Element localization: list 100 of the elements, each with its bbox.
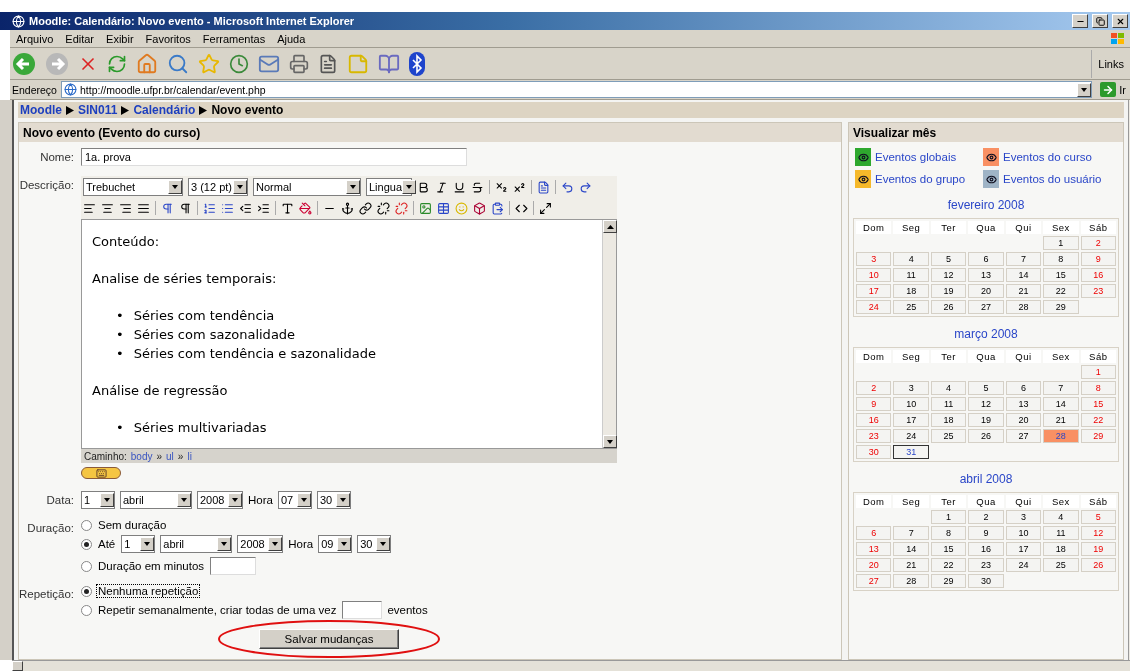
bullet-list-icon[interactable] (221, 201, 234, 215)
legend-link[interactable]: Eventos globais (875, 151, 957, 163)
menu-item[interactable]: Favoritos (139, 32, 197, 45)
month-title[interactable]: fevereiro 2008 (947, 198, 1025, 212)
legend-link[interactable]: Eventos do grupo (875, 173, 966, 185)
save-button[interactable]: Salvar mudanças (259, 629, 399, 649)
day-cell[interactable]: 4 (893, 252, 929, 266)
strikethrough-icon[interactable] (471, 180, 484, 194)
month-title[interactable]: abril 2008 (959, 472, 1013, 486)
day-cell[interactable]: 13 (856, 542, 892, 556)
close-button[interactable] (1112, 14, 1128, 28)
day-cell[interactable]: 26 (1080, 558, 1116, 572)
bluetooth-icon[interactable] (409, 51, 425, 76)
paint-bucket-icon[interactable] (299, 201, 312, 215)
day-cell[interactable]: 7 (1005, 252, 1042, 266)
day-cell[interactable]: 10 (893, 397, 929, 411)
legend-swatch[interactable] (983, 170, 999, 188)
month-select[interactable]: abril (120, 491, 192, 509)
day-cell[interactable]: 6 (856, 526, 892, 540)
legend-swatch[interactable] (855, 170, 871, 188)
menu-item[interactable]: Arquivo (10, 32, 60, 45)
superscript-icon[interactable] (513, 180, 526, 194)
legend-swatch[interactable] (983, 148, 999, 166)
path-link[interactable]: li (187, 450, 192, 462)
history-icon[interactable] (229, 53, 249, 74)
day-cell[interactable]: 14 (1005, 268, 1042, 282)
pilcrow-icon[interactable] (179, 201, 192, 215)
day-cell[interactable]: 2 (968, 510, 1004, 524)
day-cell[interactable]: 7 (1043, 381, 1079, 395)
day-cell[interactable]: 8 (1043, 252, 1079, 266)
minimize-button[interactable] (1072, 14, 1088, 28)
day-cell[interactable]: 20 (968, 284, 1004, 298)
day-cell[interactable]: 23 (856, 429, 892, 443)
breadcrumb-link[interactable]: Moodle (20, 103, 62, 117)
day-cell[interactable]: 5 (930, 252, 967, 266)
subscript-icon[interactable] (495, 180, 508, 194)
menu-item[interactable]: Ajuda (271, 32, 312, 45)
day-cell[interactable]: 17 (856, 284, 892, 298)
menu-item[interactable]: Exibir (100, 32, 140, 45)
day-cell[interactable]: 19 (930, 284, 967, 298)
day-cell[interactable]: 17 (1005, 542, 1042, 556)
day-cell[interactable]: 6 (968, 252, 1004, 266)
image-icon[interactable] (419, 201, 432, 215)
day-cell[interactable]: 21 (1005, 284, 1042, 298)
day-cell[interactable]: 13 (968, 268, 1004, 282)
day-cell[interactable]: 1 (930, 510, 967, 524)
minute-select[interactable]: 30 (357, 535, 392, 553)
day-cell[interactable]: 30 (856, 445, 892, 459)
day-cell[interactable]: 26 (968, 429, 1004, 443)
minute-select[interactable]: 30 (316, 491, 351, 509)
hour-select[interactable]: 07 (277, 491, 312, 509)
day-select[interactable]: 1 (81, 491, 115, 509)
radio-button[interactable] (81, 585, 92, 597)
day-cell[interactable]: 18 (930, 413, 967, 427)
day-cell[interactable]: 30 (968, 574, 1004, 588)
cube-icon[interactable] (473, 201, 486, 215)
clipboard-icon[interactable] (491, 201, 504, 215)
anchor-icon[interactable] (341, 201, 354, 215)
day-cell[interactable]: 12 (930, 268, 967, 282)
day-cell[interactable]: 16 (1080, 268, 1116, 282)
day-cell[interactable]: 23 (968, 558, 1004, 572)
breadcrumb-link[interactable]: SIN011 (78, 103, 118, 117)
scrollbar[interactable] (12, 660, 1130, 671)
radio-button[interactable] (81, 604, 92, 616)
undo-icon[interactable] (561, 180, 574, 194)
month-title[interactable]: março 2008 (954, 327, 1018, 341)
align-center-icon[interactable] (101, 201, 114, 215)
day-cell[interactable]: 20 (1005, 413, 1042, 427)
day-cell[interactable]: 27 (856, 574, 892, 588)
day-cell[interactable]: 15 (1043, 268, 1079, 282)
day-cell[interactable]: 19 (968, 413, 1004, 427)
legend-link[interactable]: Eventos do usuário (1003, 173, 1102, 185)
search-icon[interactable] (167, 52, 189, 75)
day-cell[interactable]: 12 (968, 397, 1004, 411)
day-cell[interactable]: 24 (893, 429, 929, 443)
day-cell[interactable]: 9 (856, 397, 892, 411)
year-select[interactable]: 2008 (237, 535, 284, 553)
day-cell[interactable]: 7 (893, 526, 929, 540)
day-cell[interactable]: 18 (1043, 542, 1079, 556)
up-arrow-icon[interactable] (606, 224, 614, 229)
day-cell[interactable]: 12 (1080, 526, 1116, 540)
unlink-icon[interactable] (377, 201, 390, 215)
day-cell[interactable]: 1 (1080, 365, 1116, 379)
day-cell[interactable]: 14 (893, 542, 929, 556)
day-cell[interactable]: 10 (1005, 526, 1042, 540)
day-cell[interactable]: 13 (1005, 397, 1042, 411)
size-select[interactable]: 3 (12 pt) (188, 178, 248, 196)
minutes-field[interactable] (210, 557, 257, 575)
day-cell[interactable]: 17 (893, 413, 929, 427)
day-cell[interactable]: 8 (1080, 381, 1116, 395)
text-color-icon[interactable] (281, 201, 294, 215)
day-cell[interactable]: 9 (1080, 252, 1116, 266)
word-document-icon[interactable] (537, 180, 550, 194)
day-cell[interactable]: 21 (1043, 413, 1079, 427)
scrollbar[interactable] (1128, 100, 1130, 660)
radio-button[interactable] (81, 519, 92, 531)
day-cell[interactable]: 22 (1080, 413, 1116, 427)
day-cell[interactable]: 3 (1005, 510, 1042, 524)
address-field[interactable]: http://moodle.ufpr.br/calendar/event.php (60, 81, 1093, 98)
radio-button[interactable] (81, 560, 92, 572)
